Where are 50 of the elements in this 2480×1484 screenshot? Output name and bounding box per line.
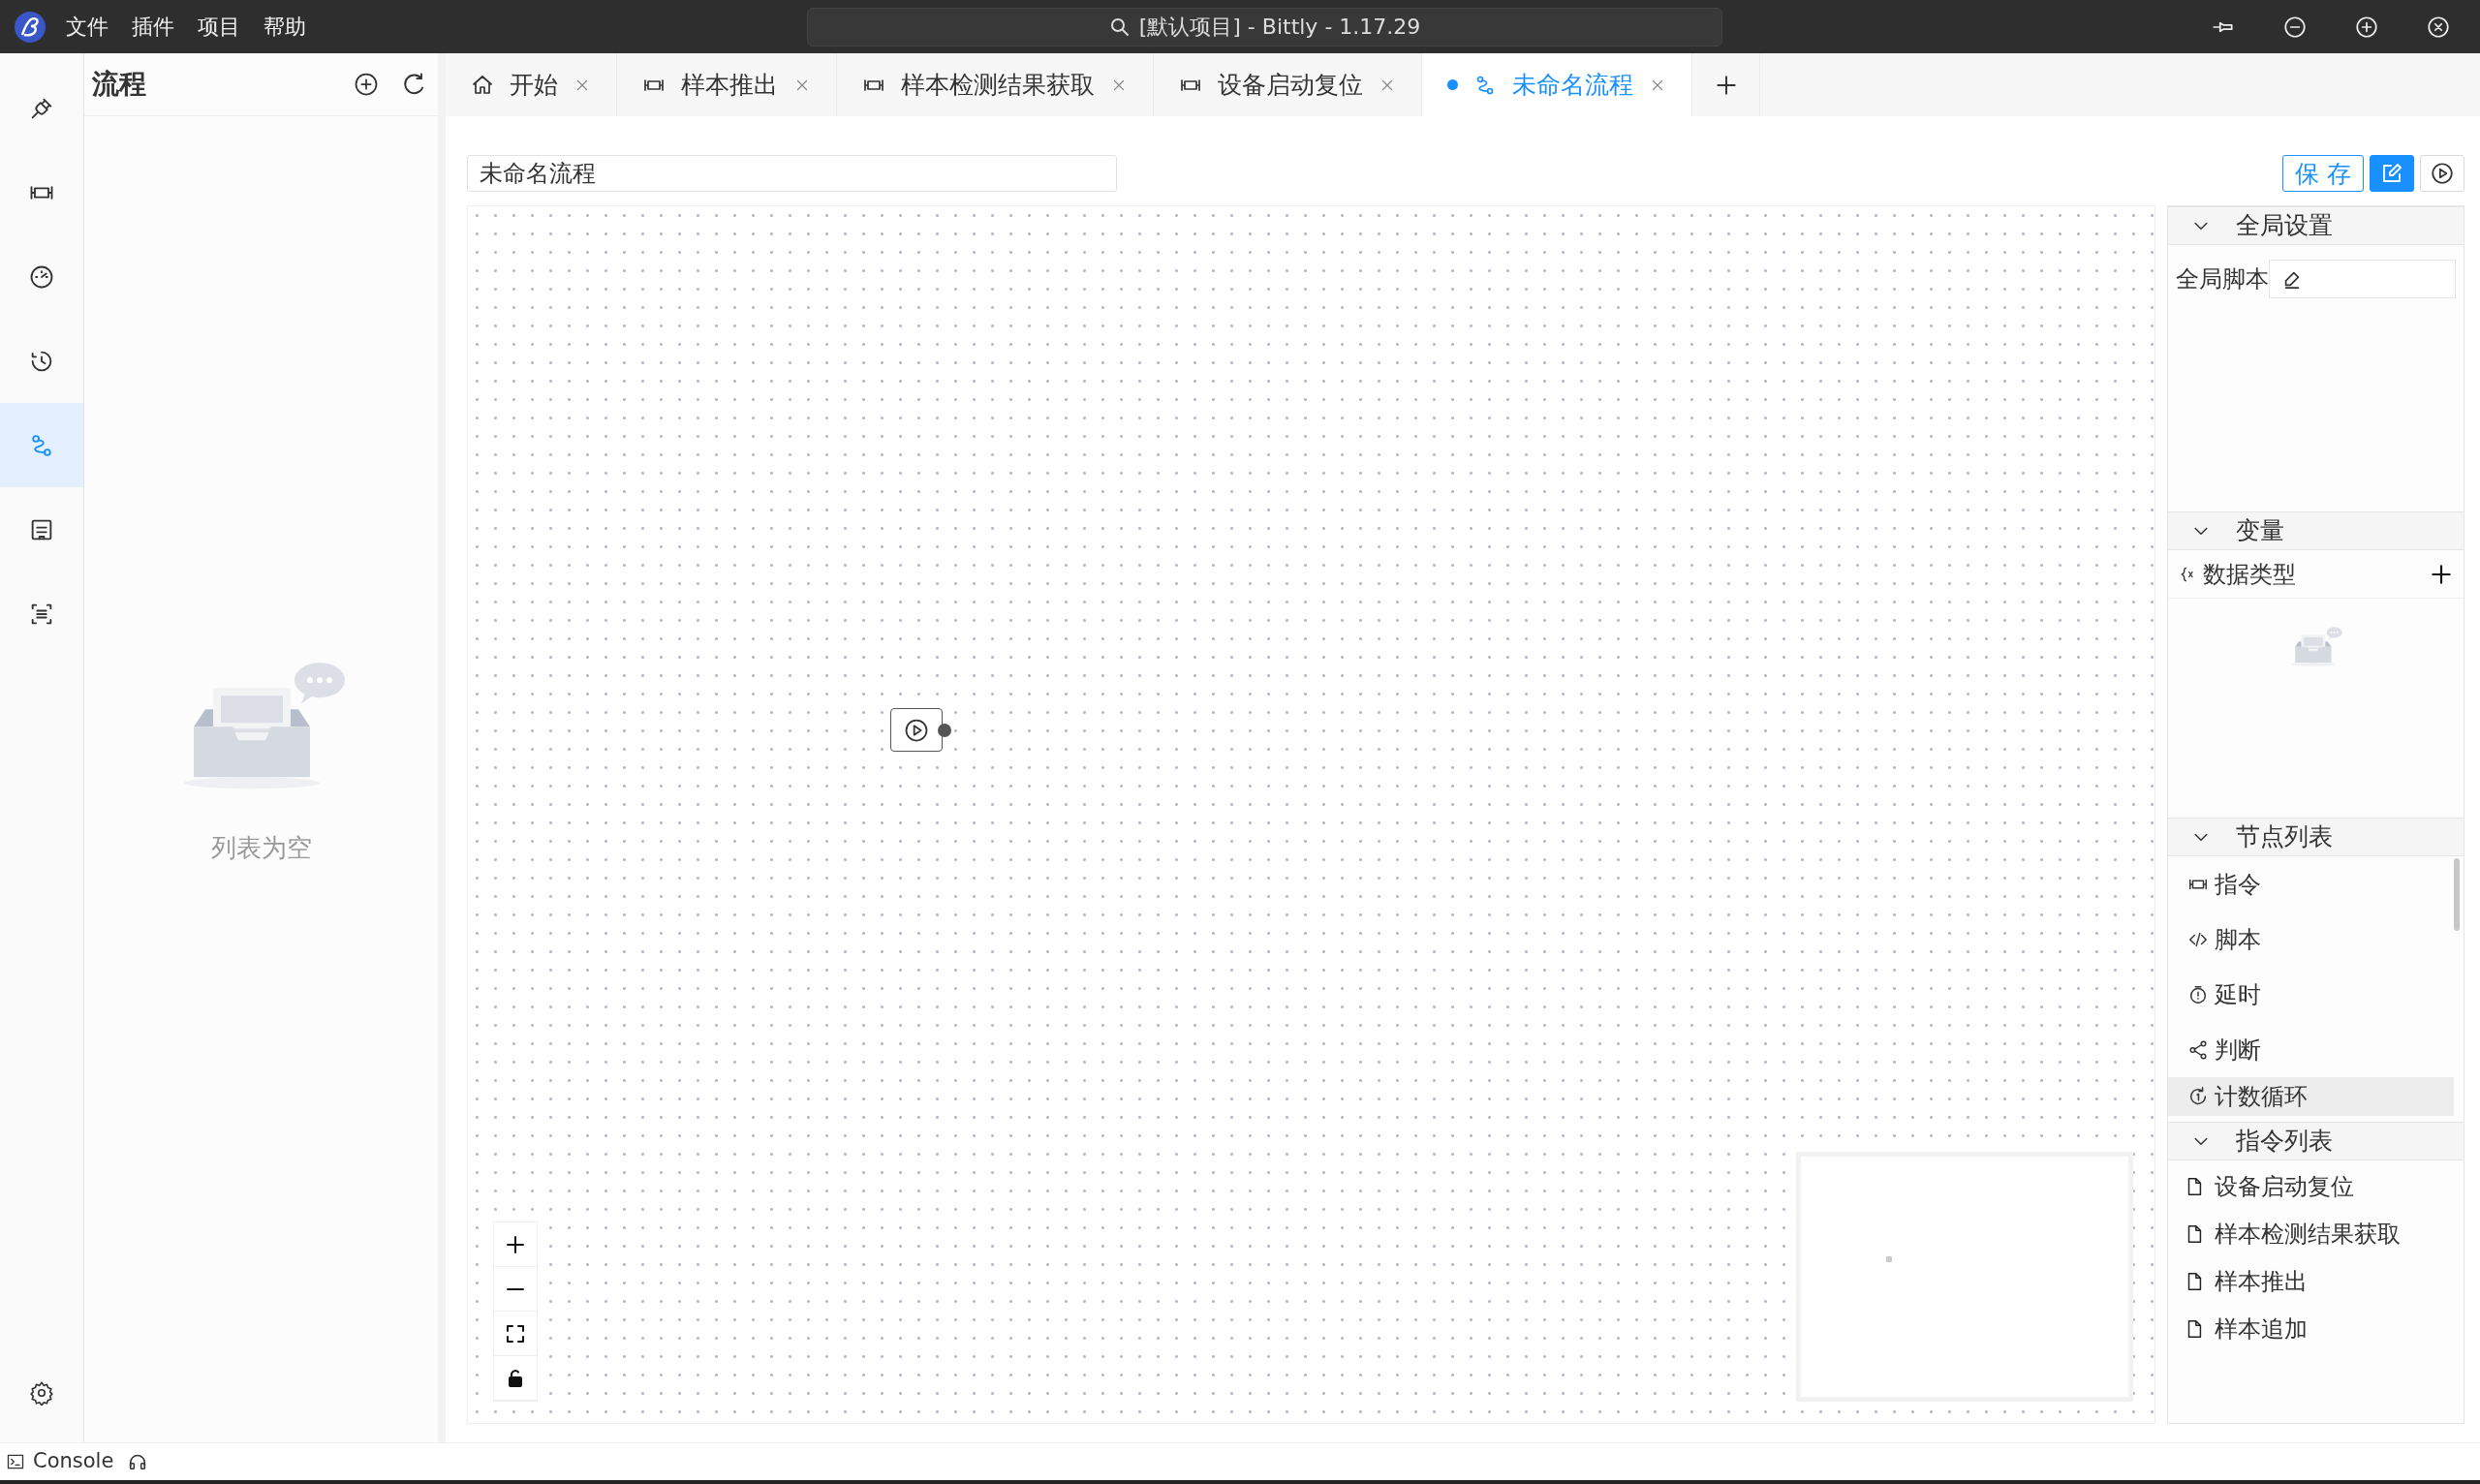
section-title: 变量 bbox=[2236, 515, 2284, 547]
node-item[interactable]: 判断 bbox=[2168, 1022, 2454, 1077]
terminal-icon bbox=[6, 1452, 25, 1471]
flow-name-field[interactable]: 未命名流程 bbox=[467, 155, 1117, 192]
section-header[interactable]: 指令列表 bbox=[2168, 1122, 2464, 1160]
minimap-node bbox=[1886, 1256, 1892, 1262]
node-item[interactable]: 指令 bbox=[2168, 856, 2454, 912]
section-header[interactable]: 变量 bbox=[2168, 511, 2464, 550]
menu-item[interactable]: 插件 bbox=[120, 11, 186, 43]
field-label: 全局脚本 bbox=[2176, 264, 2269, 294]
command-item[interactable]: 样本追加 bbox=[2168, 1305, 2464, 1352]
menu-item[interactable]: 项目 bbox=[186, 11, 252, 43]
minus-icon bbox=[504, 1286, 527, 1291]
command-item[interactable]: 样本推出 bbox=[2168, 1257, 2464, 1305]
menu-item[interactable]: 帮助 bbox=[252, 11, 318, 43]
close-icon[interactable] bbox=[2426, 14, 2451, 40]
node-item[interactable]: 脚本 bbox=[2168, 912, 2454, 967]
output-port[interactable] bbox=[938, 723, 951, 737]
loop-icon bbox=[2187, 1086, 2209, 1107]
column-header: 数据类型 bbox=[2203, 559, 2297, 590]
app-logo bbox=[14, 10, 46, 44]
section-title: 节点列表 bbox=[2236, 821, 2333, 853]
section-title: 指令列表 bbox=[2236, 1126, 2333, 1158]
empty-message: 列表为空 bbox=[210, 832, 312, 865]
timer-icon bbox=[2187, 983, 2209, 1005]
section-title: 全局设置 bbox=[2236, 210, 2333, 242]
command-item[interactable]: 样本检测结果获取 bbox=[2168, 1210, 2464, 1257]
node-item[interactable]: 延时 bbox=[2168, 967, 2454, 1022]
menu-item[interactable]: 文件 bbox=[54, 11, 120, 43]
start-node[interactable] bbox=[890, 708, 951, 752]
home-icon bbox=[471, 73, 494, 97]
scrollbar-thumb[interactable] bbox=[2454, 858, 2460, 931]
maximize-icon[interactable] bbox=[2354, 14, 2379, 40]
share-icon bbox=[2187, 1038, 2209, 1061]
panel-title: 流程 bbox=[92, 67, 146, 102]
script-field[interactable] bbox=[2269, 260, 2456, 298]
console-button[interactable]: Console bbox=[6, 1446, 114, 1477]
search-text: [默认项目] - Bittly - 1.17.29 bbox=[1138, 14, 1421, 41]
edit-button[interactable] bbox=[2370, 155, 2414, 192]
settings-icon bbox=[29, 1379, 54, 1406]
add-icon[interactable] bbox=[353, 71, 380, 98]
node-item[interactable]: 计数循环 bbox=[2168, 1077, 2454, 1116]
play-icon bbox=[2430, 161, 2455, 186]
section-header[interactable]: 全局设置 bbox=[2168, 206, 2464, 245]
command-item[interactable]: 设备启动复位 bbox=[2168, 1162, 2464, 1210]
search-field[interactable]: [默认项目] - Bittly - 1.17.29 bbox=[806, 7, 1722, 46]
section-header[interactable]: 节点列表 bbox=[2168, 818, 2464, 856]
run-button[interactable] bbox=[2420, 155, 2464, 192]
edit-icon bbox=[2380, 162, 2403, 185]
minimize-icon[interactable] bbox=[2282, 14, 2308, 40]
